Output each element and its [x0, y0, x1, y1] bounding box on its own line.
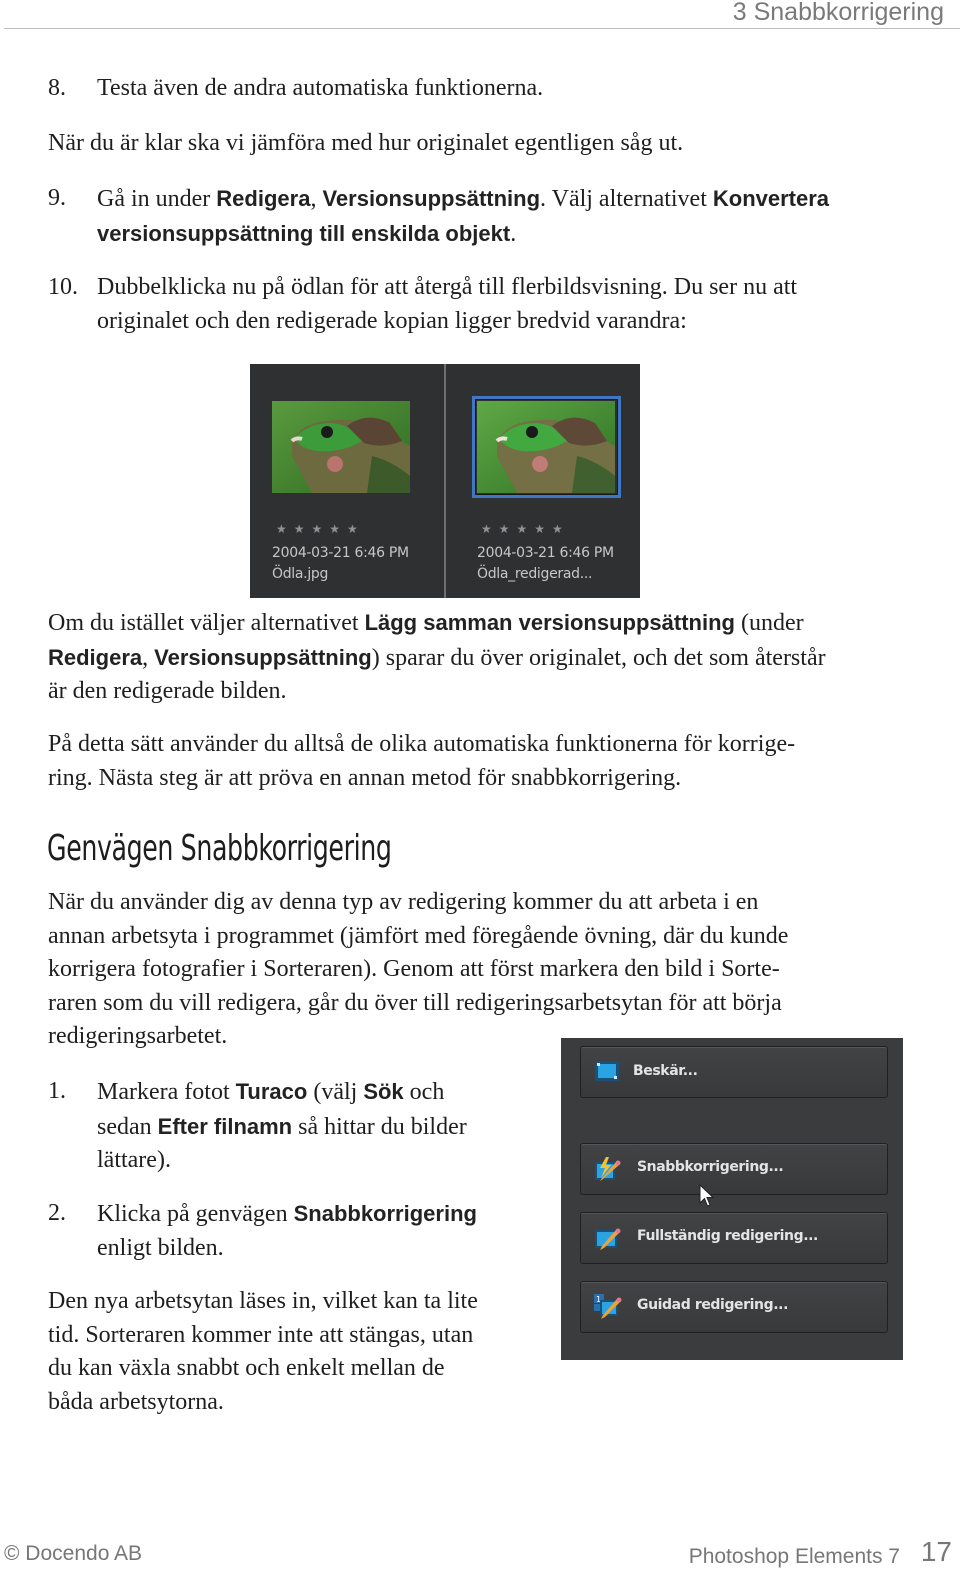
text: Gå in under	[97, 186, 217, 212]
thumbnail-filename: Ödla_redigerad...	[477, 566, 593, 582]
text: Markera fotot	[97, 1079, 236, 1105]
text-line: Dubbelklicka nu på ödlan för att återgå …	[97, 274, 798, 300]
photo-name-turaco: Turaco	[235, 1079, 308, 1104]
shortcut-snabbkorrigering: Snabbkorrigering	[293, 1201, 477, 1226]
page-number: 17	[920, 1536, 952, 1567]
text-line: redigeringsarbetet.	[48, 1023, 228, 1049]
button-label: Snabbkorrigering...	[637, 1159, 784, 1175]
option-konvertera-cont: versionsuppsättning till enskilda objekt	[97, 220, 511, 246]
step-number: 10.	[48, 274, 78, 300]
footer-copyright: © Docendo AB	[4, 1542, 143, 1565]
step-text: Testa även de andra automatiska funktion…	[97, 75, 544, 101]
text-line: du kan växla snabbt och enkelt mellan de	[48, 1355, 445, 1381]
text: ,	[142, 644, 155, 671]
step-number: 2.	[48, 1200, 66, 1226]
paragraph-compare: När du är klar ska vi jämföra med hur or…	[48, 130, 684, 156]
menu-versionsuppsattning: Versionsuppsättning	[154, 644, 372, 670]
text: och	[403, 1079, 445, 1105]
text: är den redigerade bilden.	[48, 678, 287, 704]
header-rule	[4, 28, 960, 29]
menu-redigera: Redigera	[48, 644, 143, 670]
star-rating[interactable]: ★★★★★	[276, 522, 365, 536]
paragraph-intro: När du använder dig av denna typ av redi…	[48, 886, 918, 1054]
text-line: originalet och den redigerade kopian lig…	[97, 307, 687, 334]
step-9: 9. Gå in under Redigera, Versionsuppsätt…	[48, 182, 918, 252]
edit-shortcuts-panel: Beskär... Snabbkorrigering... Fullständi…	[561, 1038, 903, 1360]
full-edit-icon	[594, 1225, 621, 1250]
text: lättare).	[97, 1147, 171, 1173]
menu-versionsuppsattning: Versionsuppsättning	[322, 186, 541, 211]
guided-edit-button[interactable]: 1 Guidad redigering...	[580, 1281, 888, 1333]
text: ,	[310, 186, 323, 212]
text-line: På detta sätt använder du alltså de olik…	[48, 731, 796, 757]
text-line: båda arbetsytorna.	[48, 1388, 224, 1415]
step-number: 1.	[48, 1078, 66, 1104]
crop-button[interactable]: Beskär...	[580, 1046, 888, 1098]
option-efter-filnamn: Efter filnamn	[157, 1113, 293, 1139]
text: så hittar du bilder	[292, 1113, 467, 1140]
step-text: Dubbelklicka nu på ödlan för att återgå …	[97, 271, 917, 338]
footer-book-title: Photoshop Elements 7	[688, 1545, 900, 1568]
star-rating[interactable]: ★★★★★	[481, 522, 570, 536]
option-konvertera: Konvertera	[712, 186, 830, 211]
button-label: Fullständig redigering...	[637, 1228, 818, 1244]
section-heading: Genvägen Snabbkorrigering	[47, 828, 392, 869]
button-label: Beskär...	[633, 1063, 698, 1079]
step-text: Gå in under Redigera, Versionsuppsättnin…	[97, 182, 917, 251]
mouse-cursor-icon	[699, 1184, 715, 1207]
text: Klicka på genvägen	[97, 1201, 294, 1227]
lizard-photo-icon	[272, 401, 410, 493]
thumbnail-original[interactable]	[272, 401, 410, 493]
guided-edit-icon: 1	[594, 1294, 622, 1319]
text: (välj	[307, 1079, 364, 1105]
text: enligt bilden.	[97, 1234, 224, 1261]
text-line: tid. Sorteraren kommer inte att stängas,…	[48, 1321, 474, 1348]
thumbnail-date: 2004-03-21 6:46 PM	[477, 545, 614, 561]
paragraph-summary: På detta sätt använder du alltså de olik…	[48, 728, 918, 795]
menu-sok: Sök	[363, 1079, 404, 1104]
full-edit-button[interactable]: Fullständig redigering...	[580, 1212, 888, 1264]
quick-fix-button[interactable]: Snabbkorrigering...	[580, 1143, 888, 1207]
thumbnail-divider	[444, 364, 446, 598]
thumbnail-date: 2004-03-21 6:46 PM	[272, 545, 409, 561]
thumbnail-filename: Ödla.jpg	[272, 566, 329, 582]
text-line: Den nya arbetsytan läses in, vilket kan …	[48, 1288, 478, 1314]
text: (under	[734, 610, 804, 636]
text: sedan	[97, 1113, 158, 1140]
text: ) sparar du över originalet, och det som…	[371, 644, 826, 671]
text-line: raren som du vill redigera, går du över …	[48, 989, 782, 1016]
step-1: 1. Markera fotot Turaco (välj Sök och sed…	[48, 1075, 528, 1180]
step-number: 9.	[48, 185, 66, 211]
running-head: 3 Snabbkorrigering	[732, 0, 944, 26]
paragraph-merge: Om du istället väljer alternativet Lägg …	[48, 606, 918, 709]
step-number: 8.	[48, 75, 66, 101]
text-line: När du använder dig av denna typ av redi…	[48, 889, 759, 915]
crop-icon	[594, 1059, 620, 1083]
step-2: 2. Klicka på genvägen Snabbkorrigering en…	[48, 1197, 528, 1267]
thumbnail-edited[interactable]	[477, 401, 615, 493]
text: . Välj alternativet	[540, 186, 713, 212]
button-label: Guidad redigering...	[637, 1297, 789, 1313]
quick-fix-icon	[594, 1156, 621, 1181]
option-lagg-samman: Lägg samman versionsuppsättning	[364, 610, 735, 635]
text: .	[510, 220, 517, 247]
text-line: annan arbetsyta i programmet (jämfört me…	[48, 922, 789, 949]
text: Om du istället väljer alternativet	[48, 610, 365, 636]
menu-redigera: Redigera	[216, 186, 311, 211]
text-line: ring. Nästa steg är att pröva en annan m…	[48, 764, 682, 791]
lizard-photo-icon	[477, 401, 615, 493]
step-text: Markera fotot Turaco (välj Sök och sedan …	[97, 1075, 537, 1178]
paragraph-workspace: Den nya arbetsytan läses in, vilket kan …	[48, 1285, 548, 1419]
step-10: 10. Dubbelklicka nu på ödlan för att åte…	[48, 271, 918, 341]
text-line: korrigera fotografier i Sorteraren). Gen…	[48, 956, 780, 982]
step-text: Klicka på genvägen Snabbkorrigering enlig…	[97, 1197, 537, 1265]
